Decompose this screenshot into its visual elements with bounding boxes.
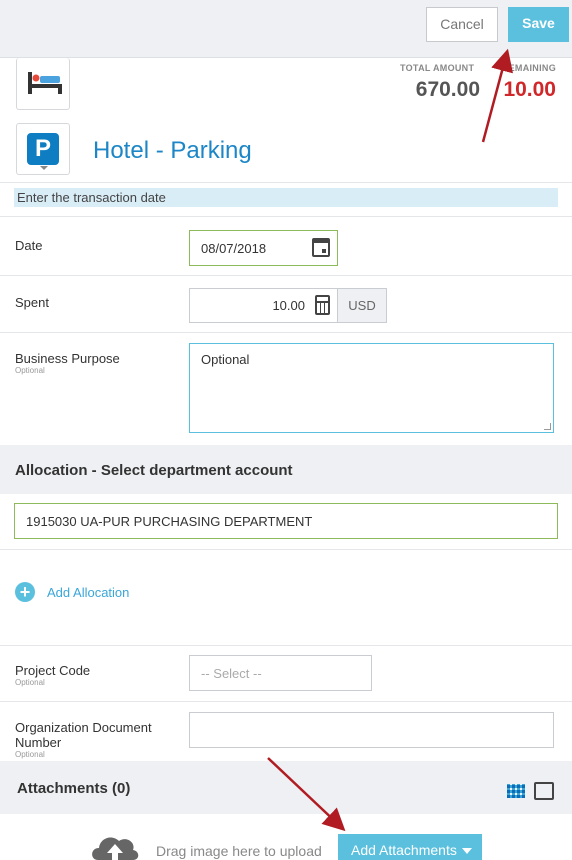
top-toolbar: Cancel Save <box>0 0 572 58</box>
grid-view-icon[interactable] <box>507 784 525 798</box>
total-amount-value: 670.00 <box>415 78 480 101</box>
cloud-upload-icon <box>92 837 139 860</box>
department-account-value: 1915030 UA-PUR PURCHASING DEPARTMENT <box>26 514 313 529</box>
project-code-optional: Optional <box>15 678 45 687</box>
add-attachments-button[interactable]: Add Attachments <box>338 834 482 860</box>
allocation-title: Allocation - Select department account <box>15 462 293 479</box>
department-account-field[interactable]: 1915030 UA-PUR PURCHASING DEPARTMENT <box>14 503 558 539</box>
business-purpose-label: Business Purpose <box>15 351 120 366</box>
project-code-selected: -- Select -- <box>201 666 262 681</box>
remaining-label: REMAINING <box>501 63 556 73</box>
business-purpose-placeholder: Optional <box>201 352 250 367</box>
calculator-icon[interactable] <box>315 295 330 315</box>
cancel-button[interactable]: Cancel <box>426 7 498 42</box>
allocation-header: Allocation - Select department account <box>0 445 572 494</box>
parking-icon: P <box>27 133 59 165</box>
add-attachments-label: Add Attachments <box>351 842 457 858</box>
divider <box>0 549 572 550</box>
chevron-down-icon <box>40 166 48 170</box>
org-document-number-optional: Optional <box>15 750 45 759</box>
spent-field[interactable]: 10.00 <box>189 288 338 323</box>
project-code-select[interactable]: -- Select -- <box>189 655 372 691</box>
date-label: Date <box>15 238 43 253</box>
drag-upload-text: Drag image here to upload <box>156 843 322 859</box>
calendar-icon[interactable] <box>312 238 330 257</box>
spent-label: Spent <box>15 295 49 310</box>
hotel-category-tile[interactable] <box>16 58 70 110</box>
date-field[interactable]: 08/07/2018 <box>189 230 338 266</box>
divider <box>0 182 572 183</box>
plus-circle-icon: + <box>15 582 35 602</box>
business-purpose-optional: Optional <box>15 366 45 375</box>
bed-icon <box>28 72 62 94</box>
spent-value: 10.00 <box>272 298 305 313</box>
divider <box>0 645 572 646</box>
dropdown-caret-icon <box>462 848 472 854</box>
resize-handle[interactable] <box>544 423 551 430</box>
org-document-number-field[interactable] <box>189 712 554 748</box>
attachments-header: Attachments (0) <box>0 761 572 814</box>
remaining-value: 10.00 <box>503 78 556 101</box>
divider <box>0 216 572 217</box>
divider <box>0 701 572 702</box>
expand-icon[interactable] <box>534 782 554 800</box>
expense-title: Hotel - Parking <box>93 137 252 164</box>
divider <box>0 332 572 333</box>
date-value: 08/07/2018 <box>201 241 267 256</box>
org-document-number-label: Organization Document Number <box>15 720 152 750</box>
attachments-title: Attachments (0) <box>17 780 131 797</box>
date-hint: Enter the transaction date <box>14 188 558 207</box>
divider <box>0 275 572 276</box>
total-amount-label: TOTAL AMOUNT <box>400 63 475 73</box>
currency-addon: USD <box>337 288 387 323</box>
business-purpose-field[interactable]: Optional <box>189 343 554 433</box>
add-allocation-label: Add Allocation <box>47 585 130 600</box>
project-code-label: Project Code <box>15 663 91 678</box>
expense-type-tile[interactable]: P <box>16 123 70 175</box>
save-button[interactable]: Save <box>508 7 569 42</box>
